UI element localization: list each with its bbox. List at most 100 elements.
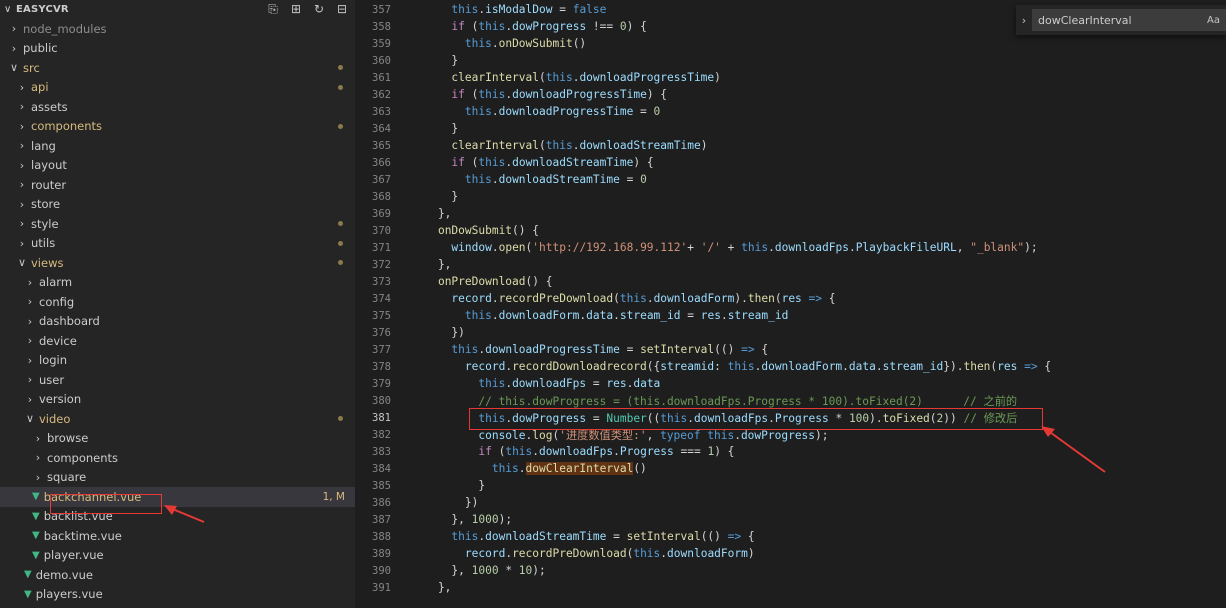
folder-browse[interactable]: › browse	[0, 429, 355, 449]
line-number: 372	[372, 258, 391, 271]
code-line[interactable]: 376 })	[355, 324, 1226, 341]
code-line[interactable]: 370 onDowSubmit() {	[355, 222, 1226, 239]
code-token: this	[633, 547, 661, 560]
code-token: .	[613, 309, 620, 322]
code-token: Progress	[619, 445, 674, 458]
code-token: },	[411, 513, 472, 526]
tree-item-label: demo.vue	[35, 567, 93, 582]
line-number: 390	[372, 564, 391, 577]
folder-components[interactable]: › components	[0, 117, 355, 137]
folder-node-modules[interactable]: › node_modules	[0, 19, 355, 39]
code-text: record. recordDownloadrecord({streamid: t…	[411, 360, 1051, 373]
modified-dot-icon	[338, 84, 343, 90]
code-line[interactable]: 365 clearInterval(this.downloadStreamTim…	[355, 137, 1226, 154]
file-player-vue[interactable]: ▼ player.vue	[0, 546, 355, 566]
code-line[interactable]: 367 this.downloadStreamTime = 0	[355, 171, 1226, 188]
code-line[interactable]: 361 clearInterval(this.downloadProgressT…	[355, 69, 1226, 86]
folder-lang[interactable]: › lang	[0, 136, 355, 156]
code-line[interactable]: 379 this.downloadFps = res.data	[355, 375, 1226, 392]
chevron-right-icon: ›	[27, 334, 33, 348]
folder-alarm[interactable]: › alarm	[0, 273, 355, 293]
code-line[interactable]: 388 this.downloadStreamTime = setInterva…	[355, 528, 1226, 545]
code-line[interactable]: 378 record. recordDownloadrecord({streami…	[355, 358, 1226, 375]
code-token: {	[754, 343, 769, 356]
code-editor[interactable]: 357 this.isModalDow = false 358 if (this.…	[355, 0, 1226, 608]
match-case-toggle[interactable]: Aa	[1207, 15, 1226, 26]
code-line[interactable]: 371 window.open('http://192.168.99.112'+…	[355, 239, 1226, 256]
folder-src[interactable]: ∨ src	[0, 58, 355, 78]
code-token: then	[963, 360, 991, 373]
file-players-vue[interactable]: ▼ players.vue	[0, 585, 355, 605]
code-line[interactable]: 360 }	[355, 52, 1226, 69]
line-number: 379	[372, 377, 391, 390]
tree-item-label: style	[31, 216, 59, 231]
folder-version[interactable]: › version	[0, 390, 355, 410]
chevron-right-icon[interactable]: ›	[1016, 14, 1032, 27]
folder-assets[interactable]: › assets	[0, 97, 355, 117]
code-line[interactable]: 364 }	[355, 120, 1226, 137]
folder-style[interactable]: › style	[0, 214, 355, 234]
code-line[interactable]: 368 }	[355, 188, 1226, 205]
code-text: this.downloadStreamTime = setInterval(()…	[411, 530, 754, 543]
code-text: onPreDownload() {	[411, 275, 553, 288]
code-token: .	[768, 241, 775, 254]
code-line[interactable]: 386 })	[355, 494, 1226, 511]
folder-store[interactable]: › store	[0, 195, 355, 215]
code-line[interactable]: 387 }, 1000);	[355, 511, 1226, 528]
code-line[interactable]: 363 this.downloadProgressTime = 0	[355, 103, 1226, 120]
find-input[interactable]: dowClearInterval Aa	[1032, 9, 1226, 31]
code-token: 10	[518, 564, 533, 577]
line-number: 380	[372, 394, 391, 407]
folder-views[interactable]: ∨ views	[0, 253, 355, 273]
code-line[interactable]: 377 this.downloadProgressTime = setInter…	[355, 341, 1226, 358]
code-line[interactable]: 380 // this.dowProgress = (this.download…	[355, 392, 1226, 409]
code-line[interactable]: 373 onPreDownload() {	[355, 273, 1226, 290]
code-line[interactable]: 372 },	[355, 256, 1226, 273]
refresh-icon[interactable]: ↻	[312, 2, 326, 17]
new-file-icon[interactable]: ⎘	[266, 2, 280, 17]
folder-api[interactable]: › api	[0, 78, 355, 98]
code-text: }, 1000 * 10);	[411, 564, 545, 577]
code-line[interactable]: 362 if (this.downloadProgressTime) {	[355, 86, 1226, 103]
code-line[interactable]: 389 record.recordPreDownload(this.downlo…	[355, 545, 1226, 562]
folder-user[interactable]: › user	[0, 370, 355, 390]
code-line[interactable]: 366 if (this.downloadStreamTime) {	[355, 154, 1226, 171]
code-token: }).	[943, 360, 964, 373]
code-token: streamid	[660, 360, 715, 373]
folder-video[interactable]: ∨ video	[0, 409, 355, 429]
folder-utils[interactable]: › utils	[0, 234, 355, 254]
code-line[interactable]: 391 },	[355, 579, 1226, 596]
file-demo-vue[interactable]: ▼ demo.vue	[0, 565, 355, 585]
folder-login[interactable]: › login	[0, 351, 355, 371]
code-token: this	[741, 241, 769, 254]
folder-config[interactable]: › config	[0, 292, 355, 312]
folder-square[interactable]: › square	[0, 468, 355, 488]
folder-router[interactable]: › router	[0, 175, 355, 195]
code-token: res	[700, 309, 721, 322]
folder-device[interactable]: › device	[0, 331, 355, 351]
code-line[interactable]: 374 record.recordPreDownload(this.downlo…	[355, 290, 1226, 307]
code-token: clearInterval	[451, 71, 539, 84]
chevron-right-icon: ›	[27, 314, 33, 328]
code-line[interactable]: 390 }, 1000 * 10);	[355, 562, 1226, 579]
modified-dot-icon	[338, 65, 343, 70]
folder-public[interactable]: › public	[0, 39, 355, 59]
code-token: false	[572, 3, 607, 16]
code-token: })	[411, 496, 479, 509]
code-text: if (this.dowProgress !== 0) {	[411, 20, 647, 33]
code-token: ) {	[626, 20, 647, 33]
folder-dashboard[interactable]: › dashboard	[0, 312, 355, 332]
code-line[interactable]: 369 },	[355, 205, 1226, 222]
folder-components[interactable]: › components	[0, 448, 355, 468]
folder-layout[interactable]: › layout	[0, 156, 355, 176]
new-folder-icon[interactable]: ⊞	[289, 2, 303, 17]
code-token: ).	[734, 292, 748, 305]
modified-dot-icon	[338, 123, 343, 129]
collapse-all-icon[interactable]: ⊟	[335, 2, 349, 17]
code-line[interactable]: 359 this.onDowSubmit()	[355, 35, 1226, 52]
code-text: },	[411, 258, 451, 271]
code-line[interactable]: 375 this.downloadForm.data.stream_id = r…	[355, 307, 1226, 324]
